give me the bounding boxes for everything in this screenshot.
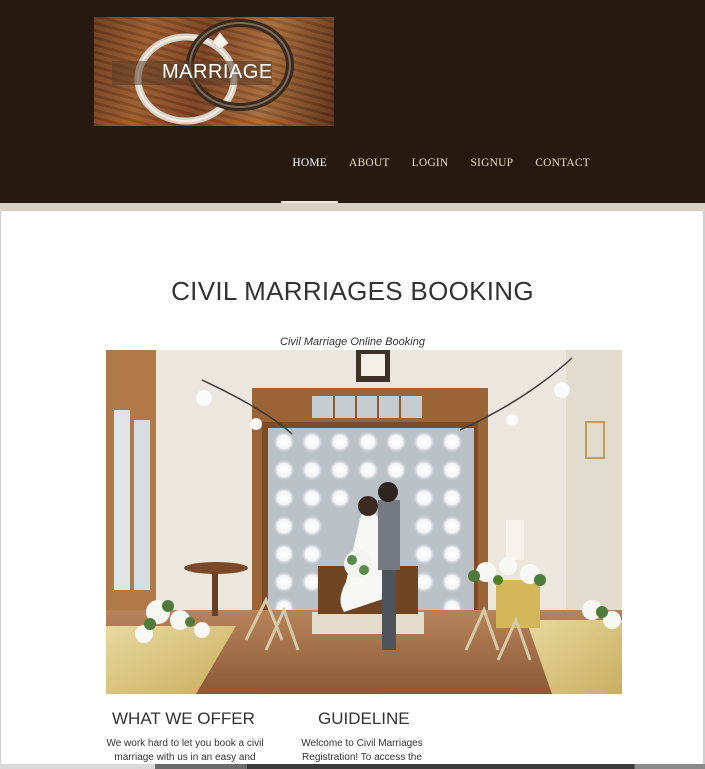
- nav-about[interactable]: ABOUT: [338, 157, 401, 203]
- photo-caption: Civil Marriage Online Booking: [280, 336, 425, 348]
- nav-contact[interactable]: CONTACT: [524, 157, 601, 203]
- guideline-heading: GUIDELINE: [318, 709, 410, 728]
- what-we-offer-heading: WHAT WE OFFER: [112, 709, 255, 728]
- page-title: CIVIL MARRIAGES BOOKING: [171, 276, 534, 306]
- guideline-line: Welcome to Civil Marriages: [301, 738, 423, 749]
- horizontal-scrollbar[interactable]: [0, 764, 705, 769]
- header-divider: [0, 203, 705, 211]
- guideline-text: Welcome to Civil Marriages Registration!…: [292, 737, 432, 765]
- what-we-offer-text: We work hard to let you book a civil mar…: [99, 737, 271, 765]
- guideline-line: Registration! To access the: [302, 752, 422, 763]
- wedding-couple-photo-icon: [106, 350, 622, 694]
- wedding-photo: [106, 350, 622, 694]
- nav-signup[interactable]: SIGNUP: [459, 157, 524, 203]
- nav-home[interactable]: HOME: [281, 157, 338, 203]
- logo-text: MARRIAGE: [162, 61, 273, 83]
- nav-login[interactable]: LOGIN: [401, 157, 460, 203]
- main-nav: HOME ABOUT LOGIN SIGNUP CONTACT: [281, 157, 601, 203]
- what-we-offer-line: marriage with us in an easy and: [114, 752, 256, 763]
- site-logo[interactable]: MARRIAGE: [94, 17, 334, 126]
- what-we-offer-line: We work hard to let you book a civil: [106, 738, 264, 749]
